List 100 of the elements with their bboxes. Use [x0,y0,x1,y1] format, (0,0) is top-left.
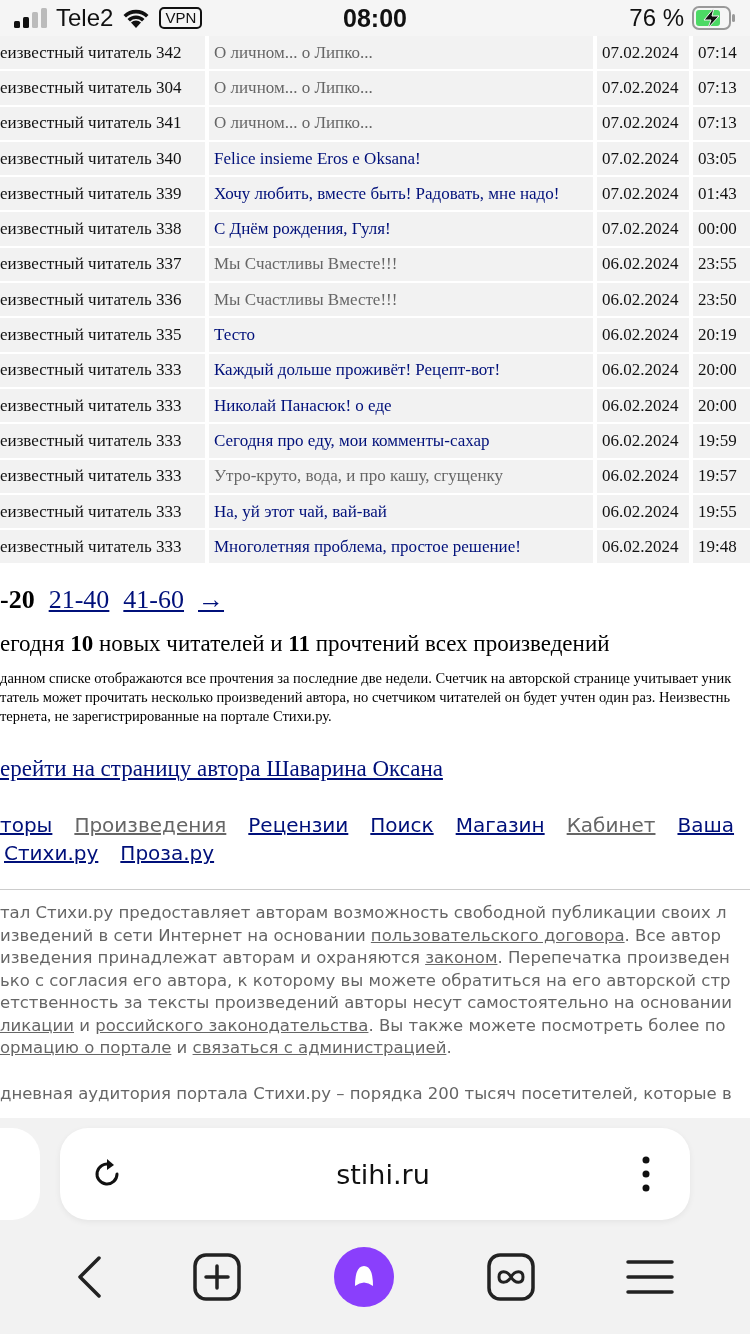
time-cell: 23:55 [693,247,750,284]
page-link[interactable]: 41-60 [123,585,184,616]
carrier-name: Tele2 [56,4,114,32]
footer-link[interactable]: пользовательского договора [370,925,625,945]
footer-text: дневная аудитория портала Стихи.ру – порядка 200 тысяч посетителей, которые в [0,1083,732,1103]
reader-cell: еизвестный читатель 337 [0,247,205,284]
new-tab-icon[interactable] [193,1253,242,1301]
footer-text: тал Стихи.ру предоставляет авторам возможность свободной публикации своих л [0,903,727,923]
notice-text: тернета, не зарегистрированные на портале Стихи.ру. [0,707,333,727]
reader-cell: еизвестный читатель 340 [0,141,205,178]
reader-cell: еизвестный читатель 336 [0,283,205,319]
reader-cell: еизвестный читатель 333 [0,494,205,531]
work-link[interactable]: Многолетняя проблема, простое решение! [209,530,593,566]
reader-cell: еизвестный читатель 333 [0,424,205,460]
work-link[interactable]: Мы Счастливы Вместе!!! [209,247,593,284]
nav-link[interactable]: торы [0,811,53,840]
footer-text: . [446,1038,452,1058]
work-link[interactable]: С Днём рождения, Гуля! [209,212,593,248]
reader-cell: еизвестный читатель 333 [0,459,205,495]
time-cell: 23:50 [693,283,750,319]
readers-summary: егодня 10 новых читателей и 11 прочтений всех произведений [0,631,611,658]
date-cell: 07.02.2024 [597,71,689,107]
time-cell: 07:13 [693,106,750,142]
reader-cell: еизвестный читатель 333 [0,353,205,389]
date-cell: 07.02.2024 [597,212,689,248]
time-cell: 20:00 [693,353,750,389]
footer-link[interactable]: ормацию о портале [0,1038,172,1058]
author-page-link[interactable]: ерейти на страницу автора Шаварина Оксана [0,756,443,783]
work-link[interactable]: Хочу любить, вместе быть! Радовать, мне надо! [209,177,593,213]
reader-cell: еизвестный читатель 342 [0,36,205,72]
reader-cell: еизвестный читатель 333 [0,388,205,425]
work-link[interactable]: Николай Панасюк! о еде [209,388,593,425]
nav-link[interactable]: Ваша [677,811,735,840]
footer-link[interactable]: российского законодательства [95,1015,369,1035]
time-cell: 19:48 [693,530,750,566]
reader-cell: еизвестный читатель 341 [0,106,205,142]
footer-text: . Перепечатка произведен [497,948,730,968]
reader-cell: еизвестный читатель 304 [0,71,205,107]
date-cell: 07.02.2024 [597,106,689,142]
work-link[interactable]: Тесто [209,318,593,354]
reader-cell: еизвестный читатель 333 [0,530,205,566]
time-cell: 19:57 [693,459,750,495]
date-cell: 06.02.2024 [597,318,689,354]
address-bar[interactable]: stihi.ru [60,1128,690,1220]
nav-link[interactable]: Проза.ру [120,839,215,868]
date-cell: 06.02.2024 [597,283,689,319]
work-link[interactable]: Утро-круто, вода, и про кашу, сгущенку [209,459,593,495]
date-cell: 06.02.2024 [597,353,689,389]
work-link[interactable]: О личном... о Липко... [209,106,593,142]
work-link[interactable]: О личном... о Липко... [209,71,593,107]
work-link[interactable]: О личном... о Липко... [209,36,593,72]
time-cell: 19:59 [693,424,750,460]
nav-link[interactable]: Кабинет [566,811,656,840]
time-cell: 19:55 [693,494,750,531]
footer-link[interactable]: ликации [0,1015,75,1035]
work-link[interactable]: Felice insieme Eros e Oksana! [209,141,593,178]
time-cell: 07:14 [693,36,750,72]
battery-percent: 76 % [629,4,684,32]
reader-cell: еизвестный читатель 339 [0,177,205,213]
work-link[interactable]: Каждый дольше проживёт! Рецепт-вот! [209,353,593,389]
date-cell: 06.02.2024 [597,424,689,460]
nav-link[interactable]: Магазин [455,811,545,840]
date-cell: 07.02.2024 [597,36,689,72]
footer-text: изведения принадлежат авторам и охраняются [0,948,421,968]
time-cell: 20:19 [693,318,750,354]
time-cell: 00:00 [693,212,750,248]
date-cell: 06.02.2024 [597,388,689,425]
vpn-badge: VPN [159,7,203,29]
work-link[interactable]: На, уй этот чай, вай-вай [209,494,593,531]
footer-text: . Вы также можете посмотреть более по [368,1015,726,1035]
date-cell: 06.02.2024 [597,247,689,284]
footer-link[interactable]: законом [425,948,498,968]
nav-link[interactable]: Произведения [74,811,227,840]
footer-text: и [78,1015,91,1035]
nav-link[interactable]: Стихи.ру [4,839,99,868]
footer-link[interactable]: связаться с администрацией [192,1038,447,1058]
menu-icon[interactable] [626,1259,675,1295]
nav-link[interactable]: Поиск [370,811,434,840]
date-cell: 06.02.2024 [597,494,689,531]
address-text: stihi.ru [335,1158,431,1190]
date-cell: 07.02.2024 [597,141,689,178]
tabs-icon[interactable] [486,1253,535,1301]
work-link[interactable]: Сегодня про еду, мои комменты-сахар [209,424,593,460]
footer-text: и [175,1038,189,1058]
page-link[interactable]: 21-40 [48,585,110,616]
work-link[interactable]: Мы Счастливы Вместе!!! [209,283,593,319]
notice-text: татель может прочитать несколько произведений автора, но счетчиком читателей он будет учтен один раз. Неизвестнь [0,688,732,708]
reader-cell: еизвестный читатель 338 [0,212,205,248]
assistant-icon[interactable] [333,1246,395,1308]
time-cell: 07:13 [693,71,750,107]
clock-time: 08:00 [343,3,407,33]
signal-icon [14,8,48,28]
next-page-link[interactable]: → [198,585,224,616]
nav-link[interactable]: Рецензии [248,811,349,840]
back-icon[interactable] [75,1256,102,1298]
current-page: -20 [0,585,35,616]
time-cell: 01:43 [693,177,750,213]
footer-text: ько с согласия его автора, к которому вы можете обратиться на его авторской стр [0,970,731,990]
time-cell: 20:00 [693,388,750,425]
more-icon[interactable] [642,1156,650,1192]
